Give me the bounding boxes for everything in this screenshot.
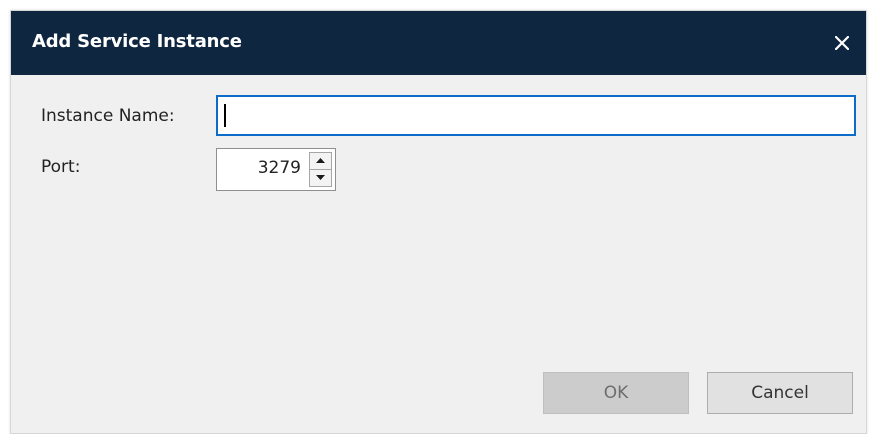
dialog-title: Add Service Instance [32, 31, 242, 52]
port-value[interactable]: 3279 [258, 158, 301, 178]
arrow-up-icon [316, 158, 325, 164]
instance-name-label: Instance Name: [41, 106, 175, 126]
port-decrement-button[interactable] [310, 170, 331, 187]
instance-name-input[interactable] [216, 95, 856, 136]
ok-button[interactable]: OK [543, 372, 689, 414]
close-icon [835, 36, 849, 50]
port-stepper[interactable]: 3279 [216, 148, 336, 191]
port-increment-button[interactable] [310, 153, 331, 170]
arrow-down-icon [316, 175, 325, 181]
cancel-button[interactable]: Cancel [707, 372, 853, 414]
port-label: Port: [41, 157, 81, 177]
port-spin-buttons [309, 152, 332, 187]
text-caret [224, 104, 226, 127]
add-service-instance-dialog: Add Service Instance Instance Name: Port… [10, 10, 867, 434]
close-button[interactable] [818, 11, 866, 75]
dialog-titlebar[interactable]: Add Service Instance [11, 11, 866, 75]
